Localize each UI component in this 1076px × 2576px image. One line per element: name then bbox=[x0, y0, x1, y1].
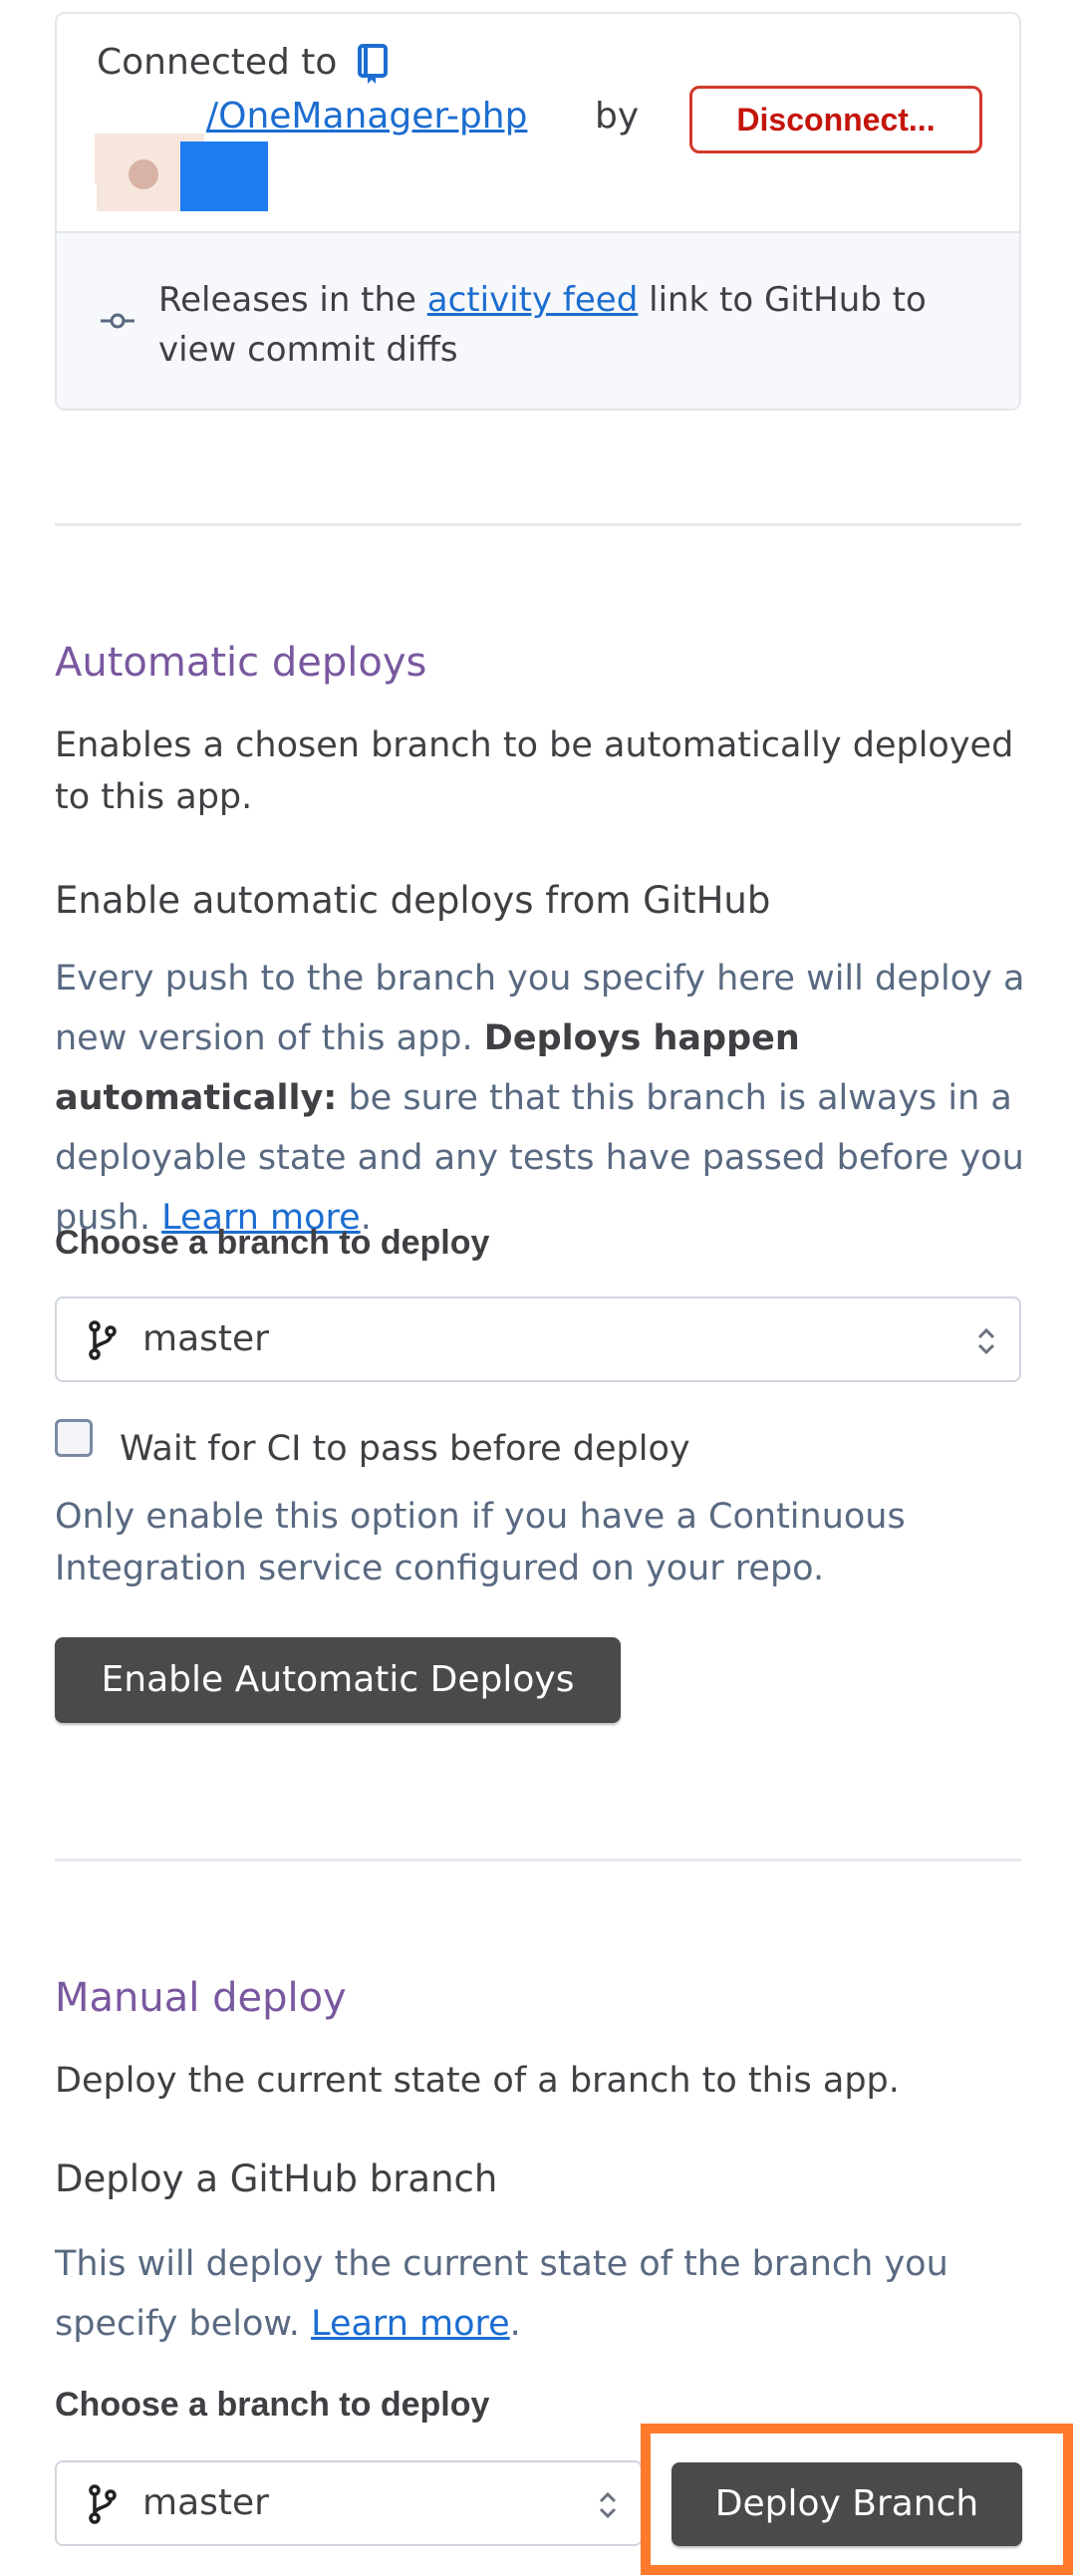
connected-label: Connected to bbox=[97, 42, 338, 83]
manual-period: . bbox=[509, 2304, 521, 2344]
ci-note: Only enable this option if you have a Co… bbox=[55, 1497, 906, 1588]
manual-deploy-subheading: Deploy a GitHub branch bbox=[55, 2157, 498, 2200]
avatar-face bbox=[129, 159, 158, 189]
activity-feed-link[interactable]: activity feed bbox=[427, 280, 639, 320]
manual-branch-value: master bbox=[142, 2482, 269, 2523]
automatic-deploys-info: Every push to the branch you specify her… bbox=[55, 949, 1031, 1248]
ci-checkbox-label[interactable]: Wait for CI to pass before deploy bbox=[120, 1429, 690, 1469]
manual-deploy-description: Deploy the current state of a branch to … bbox=[55, 2061, 900, 2101]
auto-branch-select[interactable]: master bbox=[55, 1296, 1021, 1382]
section-divider-2 bbox=[55, 1859, 1021, 1861]
release-text-prefix: Releases in the bbox=[158, 280, 427, 320]
manual-learn-more-link[interactable]: Learn more bbox=[311, 2304, 510, 2344]
enable-automatic-deploys-button[interactable]: Enable Automatic Deploys bbox=[55, 1637, 621, 1723]
auto-branch-label: Choose a branch to deploy bbox=[55, 1224, 490, 1262]
ci-checkbox[interactable] bbox=[55, 1419, 93, 1457]
repo-icon bbox=[358, 44, 388, 84]
auto-branch-value: master bbox=[142, 1318, 269, 1359]
automatic-deploys-description: Enables a chosen branch to be automatica… bbox=[55, 725, 1014, 817]
section-divider bbox=[55, 523, 1021, 526]
by-label: by bbox=[595, 96, 640, 137]
automatic-deploys-subheading: Enable automatic deploys from GitHub bbox=[55, 879, 771, 922]
highlight-box bbox=[641, 2424, 1073, 2575]
redaction-mask-edge bbox=[57, 183, 97, 229]
repo-link[interactable]: /OneManager-php bbox=[206, 96, 527, 137]
manual-branch-label: Choose a branch to deploy bbox=[55, 2386, 490, 2424]
manual-deploy-info: This will deploy the current state of th… bbox=[55, 2234, 1021, 2354]
chevron-updown-icon bbox=[599, 2491, 617, 2519]
chevron-updown-icon bbox=[977, 1327, 995, 1355]
redaction-block bbox=[180, 142, 268, 211]
release-info: Releases in the activity feed link to Gi… bbox=[158, 275, 995, 375]
github-connection-card: Connected to /OneManager-php by Disconne… bbox=[55, 12, 1021, 411]
automatic-deploys-title: Automatic deploys bbox=[55, 640, 427, 686]
manual-branch-select[interactable]: master bbox=[55, 2460, 643, 2546]
disconnect-button[interactable]: Disconnect... bbox=[689, 86, 982, 153]
branch-icon bbox=[89, 2484, 117, 2524]
commit-icon bbox=[101, 313, 134, 329]
manual-deploy-title: Manual deploy bbox=[55, 1975, 347, 2021]
branch-icon bbox=[89, 1320, 117, 1360]
